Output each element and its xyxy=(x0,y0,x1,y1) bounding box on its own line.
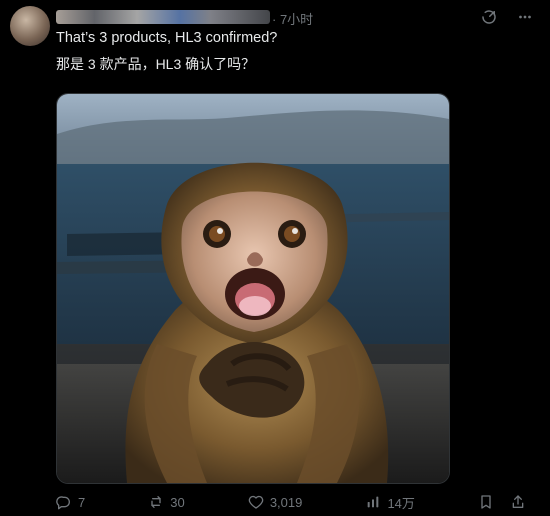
repost-icon xyxy=(148,494,164,510)
post-actions: 7 30 3,019 14万 xyxy=(56,492,526,512)
repost-button[interactable]: 30 xyxy=(148,494,185,510)
post-image-monkey[interactable] xyxy=(56,93,450,484)
author-name-redacted xyxy=(56,10,270,24)
bookmark-button[interactable] xyxy=(478,494,494,510)
more-icon[interactable] xyxy=(516,8,534,26)
post-top-actions xyxy=(480,8,534,26)
post-actions-right xyxy=(478,494,526,510)
reply-icon xyxy=(56,494,72,510)
like-button[interactable]: 3,019 xyxy=(248,494,303,510)
views-icon xyxy=(365,494,381,510)
reply-button[interactable]: 7 xyxy=(56,494,85,510)
grok-icon[interactable] xyxy=(480,8,498,26)
like-count: 3,019 xyxy=(269,494,303,510)
like-icon xyxy=(248,494,264,510)
avatar[interactable] xyxy=(10,6,50,46)
share-icon xyxy=(510,494,526,510)
repost-count: 30 xyxy=(170,494,185,510)
reply-count: 7 xyxy=(78,494,86,510)
views-count: 14万 xyxy=(387,495,415,511)
views-button[interactable]: 14万 xyxy=(365,493,415,512)
share-button[interactable] xyxy=(510,494,526,510)
bookmark-icon xyxy=(478,494,494,510)
post-text-chinese: 那是 3 款产品，HL3 确认了吗？ xyxy=(56,56,256,72)
post-text-english: That’s 3 products, HL3 confirmed? xyxy=(56,30,278,46)
post-card[interactable]: · 7小时 That’s 3 products, HL3 confirmed? … xyxy=(0,0,550,516)
post-time[interactable]: · 7小时 xyxy=(272,9,313,28)
